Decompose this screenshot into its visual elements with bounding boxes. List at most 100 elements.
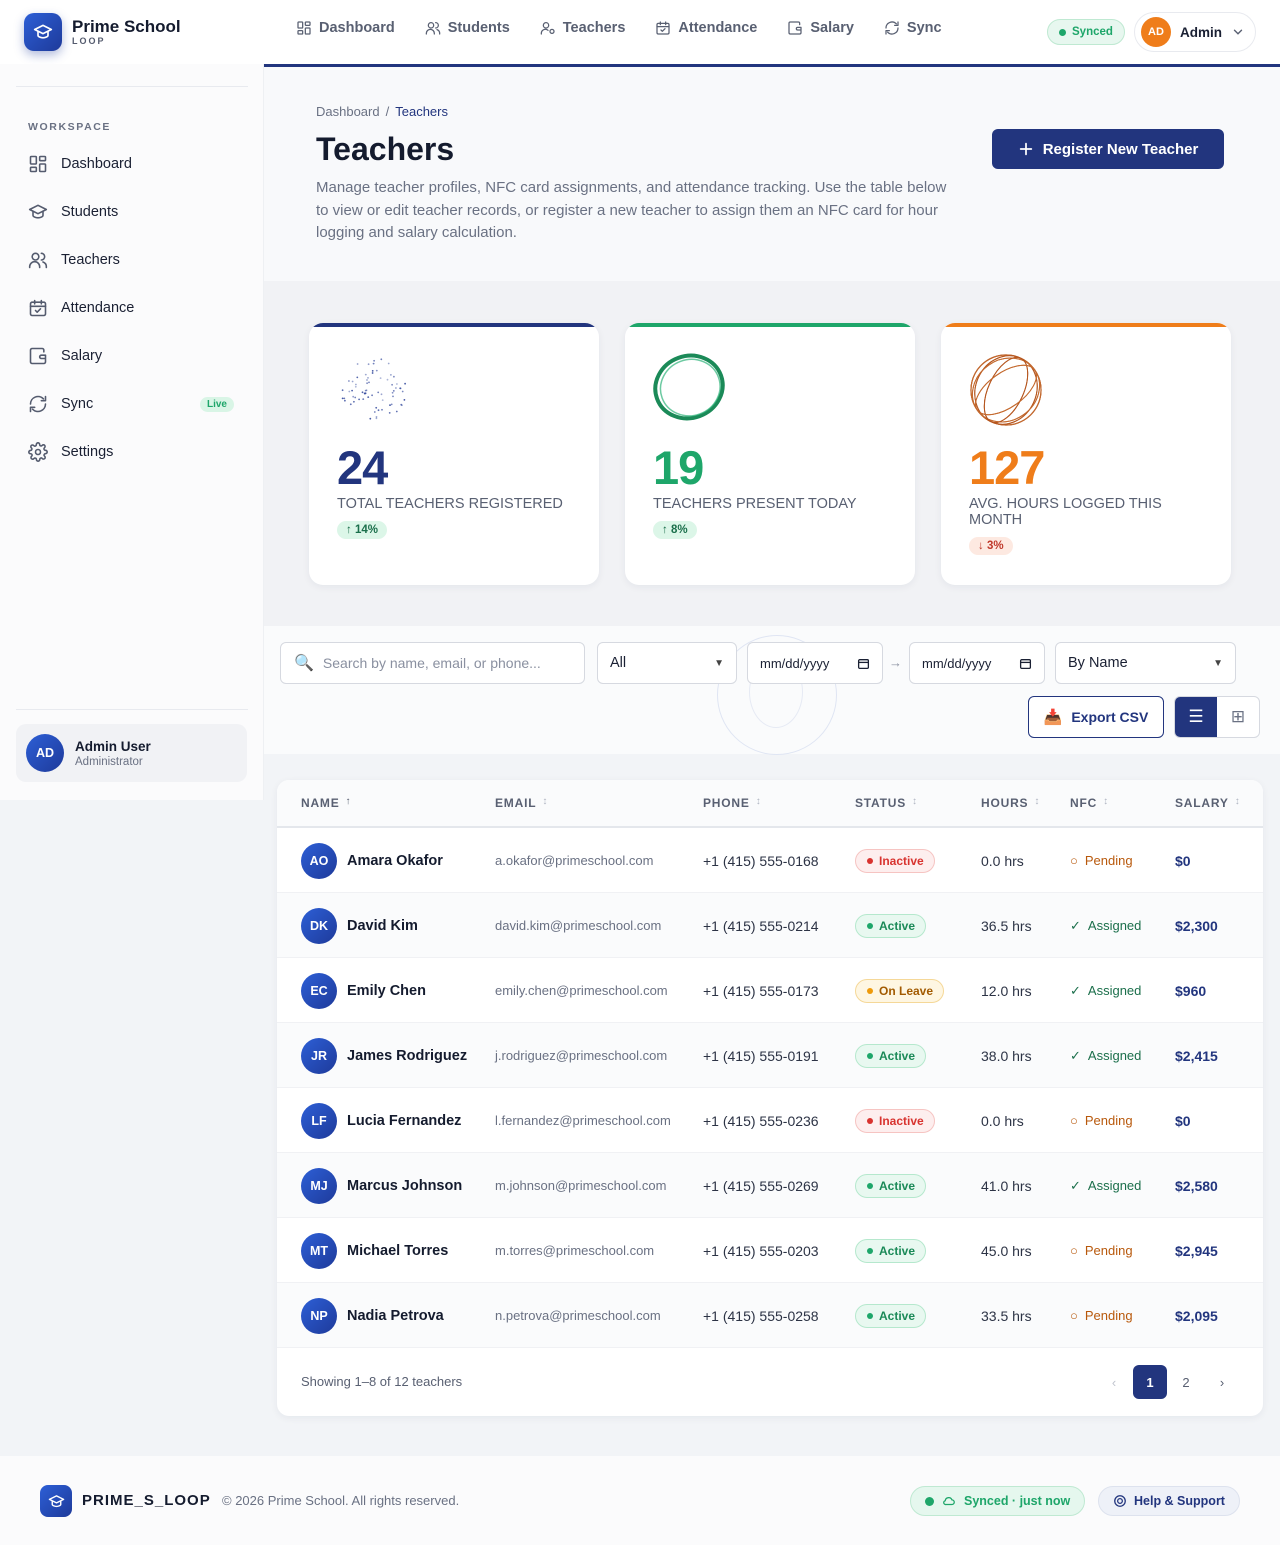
sidebar-item-attendance[interactable]: Attendance [16, 284, 248, 332]
status-badge: Inactive [855, 848, 935, 873]
sidebar-item-settings[interactable]: Settings [16, 428, 248, 476]
page-button-1[interactable]: 1 [1133, 1365, 1167, 1399]
teacher-name[interactable]: Nadia Petrova [347, 1308, 444, 1324]
calendar-check-icon [29, 299, 47, 317]
avatar: JR [301, 1037, 337, 1074]
avatar: DK [301, 907, 337, 944]
breadcrumb-item-dashboard[interactable]: Dashboard [316, 104, 380, 119]
table-row[interactable]: AO Amara Okafor a.okafor@primeschool.com +1… [277, 828, 1263, 893]
table-row[interactable]: JR James Rodriguez j.rodriguez@primeschool… [277, 1023, 1263, 1088]
teacher-name[interactable]: Lucia Fernandez [347, 1113, 461, 1129]
teacher-phone: +1 (415) 555-0258 [703, 1307, 819, 1324]
column-header-hours[interactable]: Hours ↕ [981, 796, 1040, 810]
divider [16, 86, 248, 87]
sort-icon: ↕ [755, 796, 762, 807]
circle-outline-icon: ○ [1070, 1113, 1078, 1128]
sort-icon: ↕ [542, 796, 549, 807]
status-dot [867, 857, 873, 864]
status-badge: Active [855, 1238, 927, 1263]
next-page-button[interactable]: › [1205, 1365, 1239, 1399]
table-row[interactable]: NP Nadia Petrova n.petrova@primeschool.com… [277, 1283, 1263, 1348]
column-header-name[interactable]: Name ↑ [301, 796, 351, 810]
salary-icon [788, 21, 802, 35]
graduation-cap-icon [28, 204, 48, 219]
teacher-email: emily.chen@primeschool.com [495, 983, 668, 998]
stat-delta-badge: ↑ 8% [653, 521, 697, 539]
sidebar-item-salary[interactable]: Salary [16, 332, 248, 380]
status-badge: On Leave [855, 978, 945, 1003]
teacher-name[interactable]: Emily Chen [347, 983, 426, 999]
divider [16, 709, 248, 710]
stat-value: 19 [653, 441, 704, 494]
stat-label: TOTAL TEACHERS REGISTERED [337, 496, 563, 512]
sidebar-item-dashboard[interactable]: Dashboard [16, 140, 248, 188]
top-nav-item-salary[interactable]: Salary [787, 20, 854, 36]
sidebar-item-teachers[interactable]: Teachers [16, 236, 248, 284]
brand-name: Prime School [72, 17, 181, 36]
page-button-2[interactable]: 2 [1169, 1365, 1203, 1399]
top-nav-item-dashboard[interactable]: Dashboard [296, 20, 395, 36]
help-support-button[interactable]: Help & Support [1098, 1486, 1240, 1516]
table-body: AO Amara Okafor a.okafor@primeschool.com +1… [277, 828, 1263, 1348]
top-nav-item-students[interactable]: Students [425, 20, 510, 36]
teacher-hours: 0.0 hrs [981, 1112, 1024, 1129]
circle-outline-icon: ○ [1070, 1243, 1078, 1258]
export-csv-button[interactable]: 📥 Export CSV [1028, 696, 1164, 738]
search-input[interactable]: 🔍 Search by name, email, or phone... [280, 642, 585, 684]
teacher-name[interactable]: Amara Okafor [347, 853, 443, 869]
wallet-icon [29, 347, 47, 365]
grid-view-button[interactable]: ⊞ [1217, 697, 1259, 737]
sidebar-item-label: Teachers [61, 252, 120, 268]
table-row[interactable]: DK David Kim david.kim@primeschool.com +1 (… [277, 893, 1263, 958]
date-to-input[interactable]: mm/dd/yyyy [909, 642, 1045, 684]
checkmark-icon: ✓ [1070, 1177, 1081, 1193]
column-header-phone[interactable]: Phone ↕ [703, 796, 762, 810]
sidebar-item-students[interactable]: Students [16, 188, 248, 236]
status-filter-select[interactable]: All ▼ [597, 642, 737, 684]
top-nav-item-teachers[interactable]: Teachers [540, 20, 625, 36]
brand[interactable]: Prime School LOOP [24, 13, 181, 51]
table-row[interactable]: EC Emily Chen emily.chen@primeschool.com +1… [277, 958, 1263, 1023]
register-teacher-button[interactable]: Register New Teacher [992, 129, 1224, 169]
teacher-name[interactable]: David Kim [347, 918, 418, 934]
top-nav-label: Dashboard [319, 20, 395, 36]
top-nav-label: Attendance [678, 20, 758, 36]
teacher-name[interactable]: Marcus Johnson [347, 1178, 462, 1194]
teacher-email: a.okafor@primeschool.com [495, 853, 654, 868]
table-row[interactable]: LF Lucia Fernandez l.fernandez@primeschool… [277, 1088, 1263, 1153]
teacher-name[interactable]: Michael Torres [347, 1243, 448, 1259]
top-bar: Prime School LOOP Dashboard Students Teach… [0, 0, 1280, 64]
teacher-email: m.torres@primeschool.com [495, 1243, 655, 1258]
column-header-nfc[interactable]: NFC ↕ [1070, 796, 1109, 810]
stat-accent-bar [309, 323, 599, 327]
date-from-input[interactable]: mm/dd/yyyy [747, 642, 883, 684]
live-badge: Live [199, 397, 234, 412]
sidebar-item-label: Attendance [61, 300, 135, 316]
status-dot [867, 922, 873, 929]
top-nav-item-sync[interactable]: Sync [884, 20, 942, 36]
dashboard-icon [297, 21, 311, 35]
ring-icon [653, 353, 725, 421]
prev-page-button[interactable]: ‹ [1097, 1365, 1131, 1399]
admin-menu[interactable]: AD Admin [1134, 12, 1256, 52]
sidebar: WORKSPACE Dashboard Students Teachers Atten… [0, 64, 264, 800]
footer-sync-status: Synced · just now [910, 1486, 1086, 1516]
sidebar-user-card[interactable]: AD Admin User Administrator [16, 724, 247, 782]
table-row[interactable]: MJ Marcus Johnson m.johnson@primeschool.co… [277, 1153, 1263, 1218]
teacher-salary: $2,095 [1175, 1307, 1218, 1324]
top-nav-item-attendance[interactable]: Attendance [655, 20, 757, 36]
teacher-name[interactable]: James Rodriguez [347, 1048, 467, 1064]
list-view-button[interactable]: ☰ [1175, 697, 1217, 737]
sidebar-item-sync[interactable]: Sync Live [16, 380, 248, 428]
column-header-salary[interactable]: Salary ↕ [1175, 796, 1241, 810]
column-header-email[interactable]: Email ↕ [495, 796, 548, 810]
sort-select[interactable]: By Name ▼ [1055, 642, 1236, 684]
column-header-status[interactable]: Status ↕ [855, 796, 918, 810]
nfc-status: ✓ Assigned [1070, 982, 1142, 999]
table-row[interactable]: MT Michael Torres m.torres@primeschool.com… [277, 1218, 1263, 1283]
sidebar-item-label: Students [61, 204, 119, 220]
avatar: AD [26, 734, 64, 772]
circle-outline-icon: ○ [1070, 853, 1078, 868]
teacher-phone: +1 (415) 555-0214 [703, 917, 819, 934]
particle-sphere-icon [341, 358, 406, 420]
